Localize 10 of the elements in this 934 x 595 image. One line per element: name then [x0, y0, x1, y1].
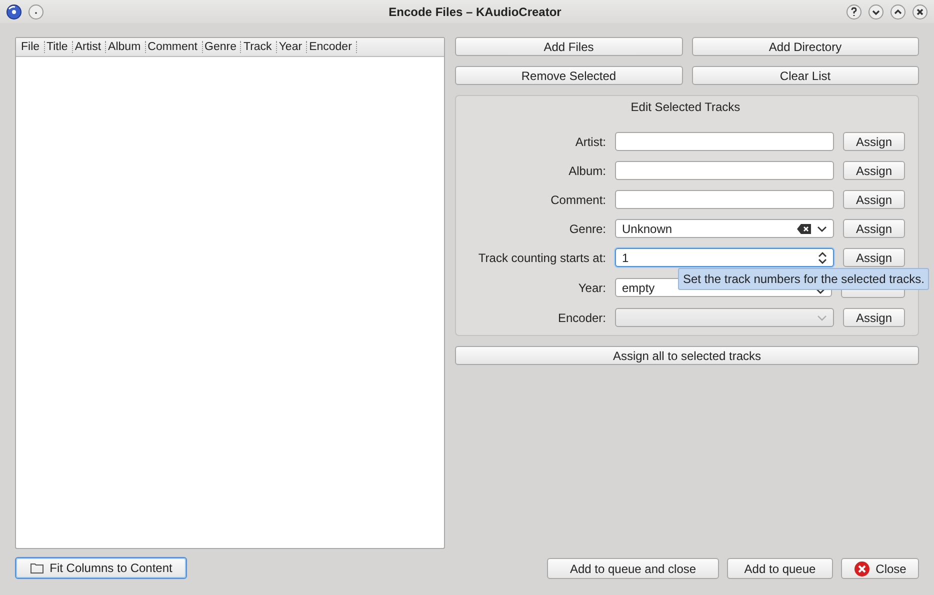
group-title: Edit Selected Tracks [630, 100, 740, 114]
field-label: Year: [577, 280, 606, 294]
field-label: Encoder: [556, 310, 606, 324]
field-label: Album: [568, 164, 606, 178]
tooltip: Set the track numbers for the selected tracks. [678, 268, 930, 290]
window-title: Encode Files – KAudioCreator [388, 4, 562, 18]
field-label: Genre: [568, 222, 606, 236]
field-label: Comment: [550, 192, 606, 206]
field-label: Track counting starts at: [477, 250, 606, 264]
field-label: Artist: [574, 134, 606, 148]
